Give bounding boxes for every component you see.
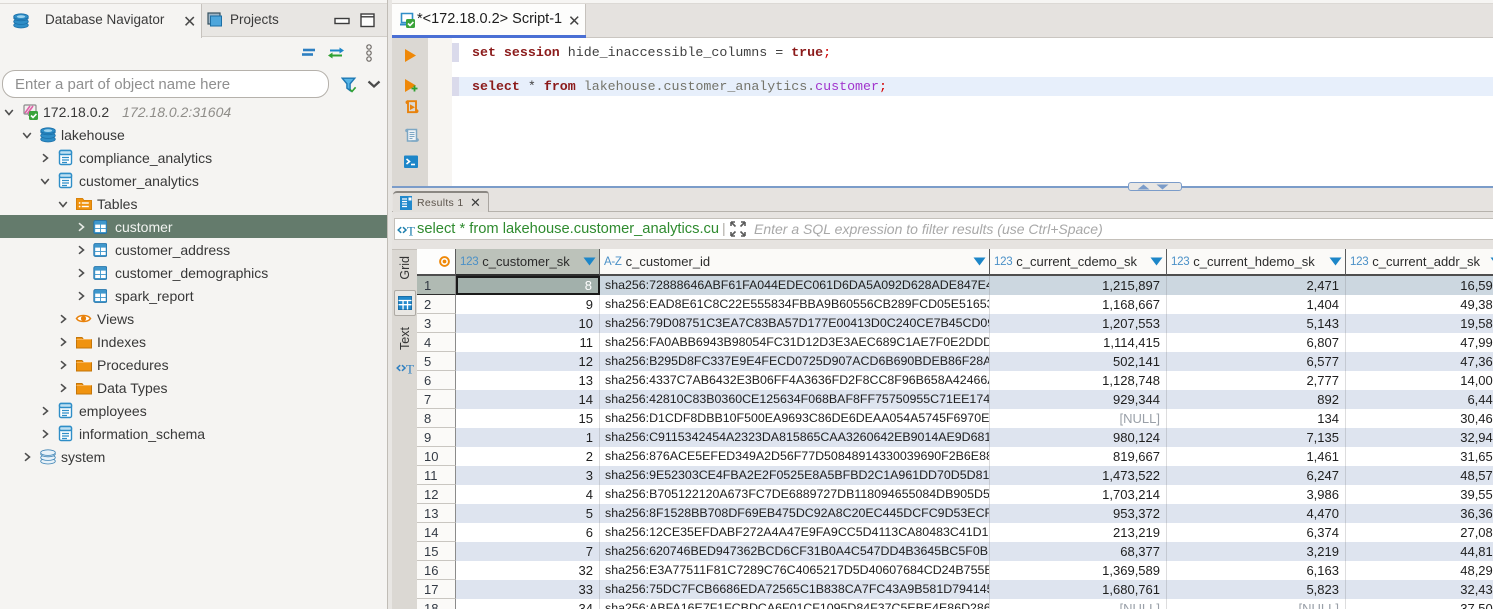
svg-text:T: T [407, 224, 415, 239]
svg-text:T: T [406, 362, 414, 377]
